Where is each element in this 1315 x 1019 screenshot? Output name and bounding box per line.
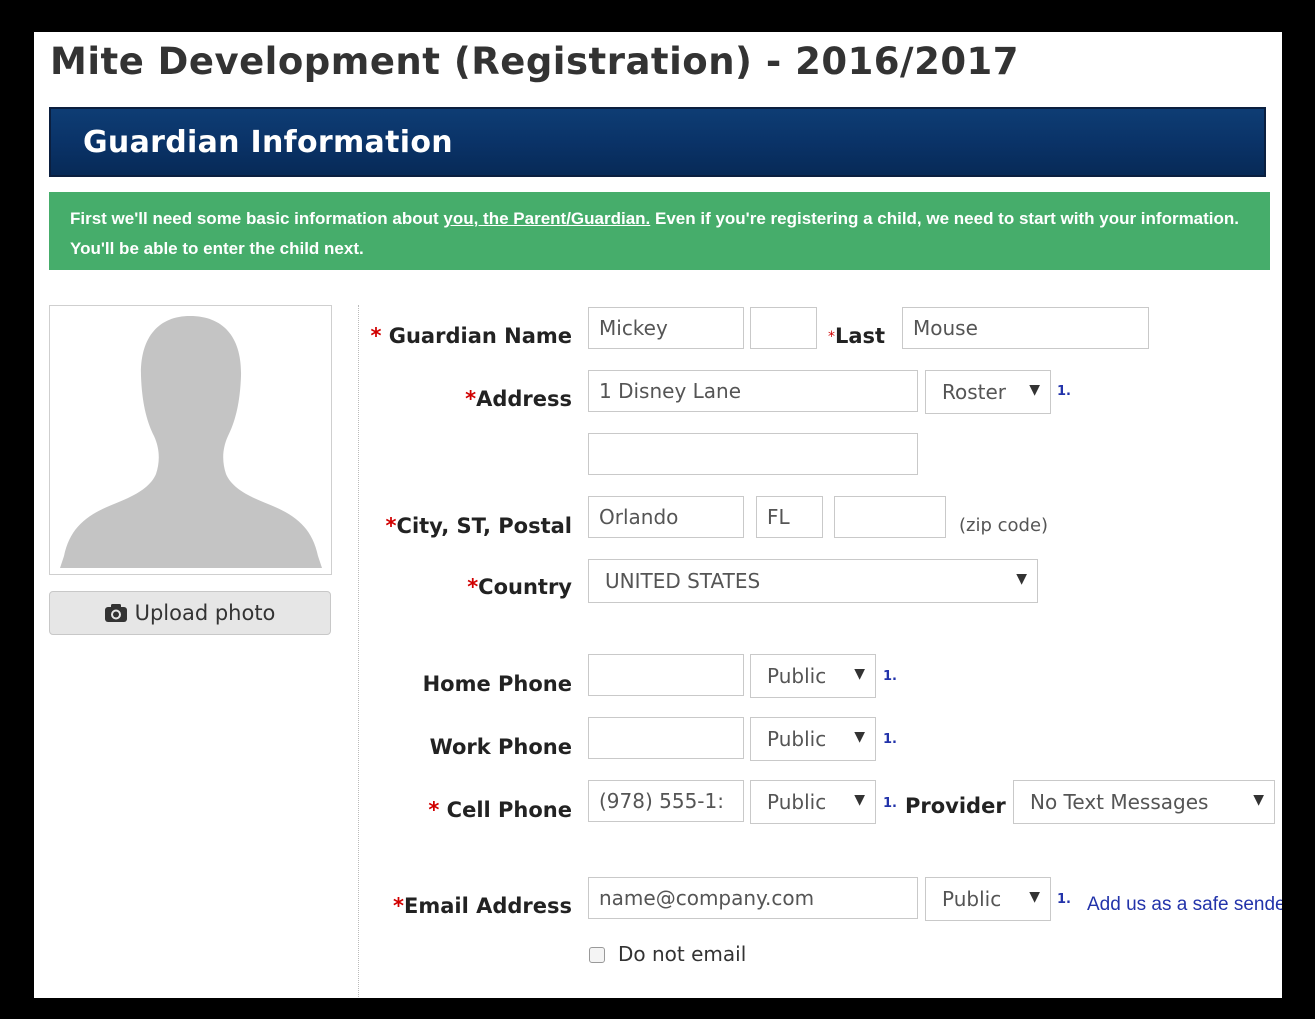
address-visibility-value: Roster [942, 380, 1007, 404]
guardian-name-label: * Guardian Name [370, 324, 572, 348]
email-label-text: Email Address [403, 894, 572, 918]
home-phone-label: Home Phone [422, 672, 572, 696]
upload-photo-label: Upload photo [134, 601, 276, 625]
dropdown-arrow-icon: ▼ [1029, 889, 1040, 905]
work-phone-input[interactable] [588, 717, 744, 759]
email-visibility-select[interactable]: Public ▼ [925, 877, 1051, 921]
address-visibility-select[interactable]: Roster ▼ [925, 370, 1051, 414]
provider-select[interactable]: No Text Messages ▼ [1013, 780, 1275, 824]
last-name-label: *Last [828, 324, 885, 348]
email-input[interactable]: name@company.com [588, 877, 918, 919]
address-footnote: 1. [1057, 384, 1071, 399]
required-mark: * [392, 894, 404, 918]
country-label: *Country [467, 575, 572, 599]
info-notice: First we'll need some basic information … [49, 192, 1270, 270]
city-st-postal-label: *City, ST, Postal [386, 514, 572, 538]
home-phone-input[interactable] [588, 654, 744, 696]
required-mark: * [385, 514, 397, 538]
country-value: UNITED STATES [605, 569, 761, 593]
provider-label: Provider [905, 794, 1006, 818]
dropdown-arrow-icon: ▼ [1016, 571, 1027, 587]
dropdown-arrow-icon: ▼ [854, 792, 865, 808]
country-label-text: Country [478, 575, 572, 599]
required-mark: * [828, 329, 835, 345]
person-silhouette-icon [60, 316, 322, 568]
country-select[interactable]: UNITED STATES ▼ [588, 559, 1038, 603]
column-divider [358, 305, 359, 998]
city-input[interactable]: Orlando [588, 496, 744, 538]
required-mark: * [370, 324, 382, 348]
registration-page: Mite Development (Registration) - 2016/2… [34, 32, 1282, 998]
zip-code-hint: (zip code) [959, 515, 1049, 536]
last-name-label-text: Last [835, 324, 886, 348]
state-input[interactable]: FL [756, 496, 823, 538]
address-label: *Address [465, 387, 572, 411]
home-phone-visibility-select[interactable]: Public ▼ [750, 654, 876, 698]
do-not-email-checkbox[interactable] [589, 947, 605, 963]
cell-phone-visibility-value: Public [767, 790, 827, 814]
provider-value: No Text Messages [1030, 790, 1209, 814]
home-phone-visibility-value: Public [767, 664, 827, 688]
work-phone-visibility-value: Public [767, 727, 827, 751]
required-mark: * [467, 575, 479, 599]
dropdown-arrow-icon: ▼ [854, 729, 865, 745]
dropdown-arrow-icon: ▼ [854, 666, 865, 682]
profile-photo [49, 305, 332, 575]
notice-emphasis: you, the Parent/Guardian. [443, 209, 651, 228]
work-phone-label: Work Phone [429, 735, 572, 759]
address-line1-input[interactable]: 1 Disney Lane [588, 370, 918, 412]
address-line2-input[interactable] [588, 433, 918, 475]
section-header: Guardian Information [49, 107, 1266, 177]
upload-photo-button[interactable]: Upload photo [49, 591, 331, 635]
do-not-email-label: Do not email [618, 942, 747, 966]
email-footnote: 1. [1057, 892, 1071, 907]
work-phone-visibility-select[interactable]: Public ▼ [750, 717, 876, 761]
home-phone-footnote: 1. [883, 669, 897, 684]
cell-phone-visibility-select[interactable]: Public ▼ [750, 780, 876, 824]
dropdown-arrow-icon: ▼ [1029, 382, 1040, 398]
notice-text-before: First we'll need some basic information … [70, 209, 444, 228]
middle-initial-input[interactable] [750, 307, 817, 349]
cell-phone-input[interactable]: (978) 555-1: [588, 780, 744, 822]
city-st-postal-label-text: City, ST, Postal [396, 514, 572, 538]
guardian-name-label-text: Guardian Name [388, 324, 572, 348]
address-label-text: Address [476, 387, 572, 411]
cell-phone-label-text: Cell Phone [446, 798, 572, 822]
email-visibility-value: Public [942, 887, 1002, 911]
postal-input[interactable] [834, 496, 946, 538]
cell-phone-label: * Cell Phone [428, 798, 572, 822]
dropdown-arrow-icon: ▼ [1253, 792, 1264, 808]
camera-icon [104, 604, 127, 622]
first-name-input[interactable]: Mickey [588, 307, 744, 349]
required-mark: * [428, 798, 440, 822]
required-mark: * [465, 387, 477, 411]
cell-phone-footnote: 1. [883, 796, 897, 811]
page-title: Mite Development (Registration) - 2016/2… [50, 40, 1020, 83]
safe-sender-link[interactable]: Add us as a safe sende [1087, 894, 1282, 916]
last-name-input[interactable]: Mouse [902, 307, 1149, 349]
email-label: *Email Address [393, 894, 572, 918]
work-phone-footnote: 1. [883, 732, 897, 747]
section-title: Guardian Information [83, 125, 453, 160]
